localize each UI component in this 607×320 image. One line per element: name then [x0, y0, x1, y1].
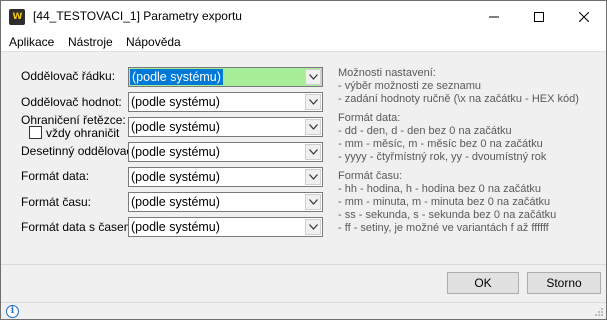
- help-line: - hh - hodina, h - hodina bez 0 na začát…: [338, 183, 542, 195]
- close-icon: [578, 11, 589, 22]
- datetime-format-combo[interactable]: (podle systému): [128, 217, 323, 237]
- help-options-heading: Možnosti nastavení:: [338, 67, 436, 79]
- status-bar: i: [1, 302, 606, 319]
- title-bar[interactable]: W [44_TESTOVACI_1] Parametry exportu: [1, 1, 606, 32]
- maximize-button[interactable]: [516, 1, 561, 32]
- chevron-down-icon[interactable]: [305, 144, 321, 160]
- date-format-combo[interactable]: (podle systému): [128, 167, 323, 187]
- help-date-heading: Formát data:: [338, 112, 401, 124]
- chevron-down-icon[interactable]: [305, 169, 321, 185]
- chevron-down-icon[interactable]: [305, 94, 321, 110]
- row-separator-combo[interactable]: (podle systému): [128, 67, 323, 87]
- menu-nastroje[interactable]: Nástroje: [68, 35, 113, 49]
- value-separator-value[interactable]: (podle systému): [131, 95, 220, 109]
- decimal-separator-combo[interactable]: (podle systému): [128, 142, 323, 162]
- decimal-separator-label: Desetinný oddělovač:: [21, 144, 136, 158]
- always-delimit-label: vždy ohraničit: [46, 126, 120, 140]
- resize-grip-icon[interactable]: [594, 307, 604, 317]
- datetime-format-value[interactable]: (podle systému): [131, 220, 220, 234]
- menu-aplikace[interactable]: Aplikace: [9, 35, 54, 49]
- value-separator-label: Oddělovač hodnot:: [21, 95, 122, 109]
- time-format-value[interactable]: (podle systému): [131, 195, 220, 209]
- value-separator-combo[interactable]: (podle systému): [128, 92, 323, 112]
- always-delimit-checkbox[interactable]: [29, 126, 42, 139]
- info-icon[interactable]: i: [6, 305, 19, 318]
- time-format-combo[interactable]: (podle systému): [128, 192, 323, 212]
- ok-button[interactable]: OK: [447, 272, 519, 294]
- window-title: [44_TESTOVACI_1] Parametry exportu: [33, 9, 242, 23]
- chevron-down-icon[interactable]: [305, 219, 321, 235]
- menu-napoveda[interactable]: Nápověda: [126, 35, 181, 49]
- help-line: - ff - setiny, je možné ve variantách f …: [338, 222, 549, 234]
- datetime-format-label: Formát data s časem:: [21, 220, 138, 234]
- string-delimiter-combo[interactable]: (podle systému): [128, 117, 323, 137]
- string-delimiter-label: Ohraničení řetězce:: [21, 113, 126, 127]
- row-separator-label: Oddělovač řádku:: [21, 69, 116, 83]
- row-separator-value[interactable]: (podle systému): [130, 69, 223, 85]
- chevron-down-icon[interactable]: [305, 69, 321, 85]
- help-line: - výběr možnosti ze seznamu: [338, 80, 482, 92]
- maximize-icon: [533, 11, 544, 22]
- chevron-down-icon[interactable]: [305, 194, 321, 210]
- help-line: - ss - sekunda, s - sekunda bez 0 na zač…: [338, 209, 557, 221]
- app-logo-icon: W: [9, 9, 25, 25]
- date-format-value[interactable]: (podle systému): [131, 170, 220, 184]
- help-time-heading: Formát času:: [338, 170, 403, 182]
- time-format-label: Formát času:: [21, 195, 92, 209]
- minimize-button[interactable]: [471, 1, 516, 32]
- help-line: - yyyy - čtyřmístný rok, yy - dvoumístný…: [338, 151, 547, 163]
- help-line: - mm - minuta, m - minuta bez 0 na začát…: [338, 196, 551, 208]
- chevron-down-icon[interactable]: [305, 119, 321, 135]
- export-parameters-window: W [44_TESTOVACI_1] Parametry exportu Apl…: [0, 0, 607, 320]
- help-line: - zadání hodnoty ručně (\x na začátku - …: [338, 93, 579, 105]
- string-delimiter-value[interactable]: (podle systému): [131, 120, 220, 134]
- menu-bar: Aplikace Nástroje Nápověda: [1, 32, 606, 52]
- minimize-icon: [488, 16, 499, 17]
- cancel-button[interactable]: Storno: [527, 272, 601, 294]
- help-line: - mm - měsíc, m - měsíc bez 0 na začátku: [338, 138, 543, 150]
- date-format-label: Formát data:: [21, 169, 90, 183]
- decimal-separator-value[interactable]: (podle systému): [131, 145, 220, 159]
- close-button[interactable]: [561, 1, 606, 32]
- help-line: - dd - den, d - den bez 0 na začátku: [338, 125, 512, 137]
